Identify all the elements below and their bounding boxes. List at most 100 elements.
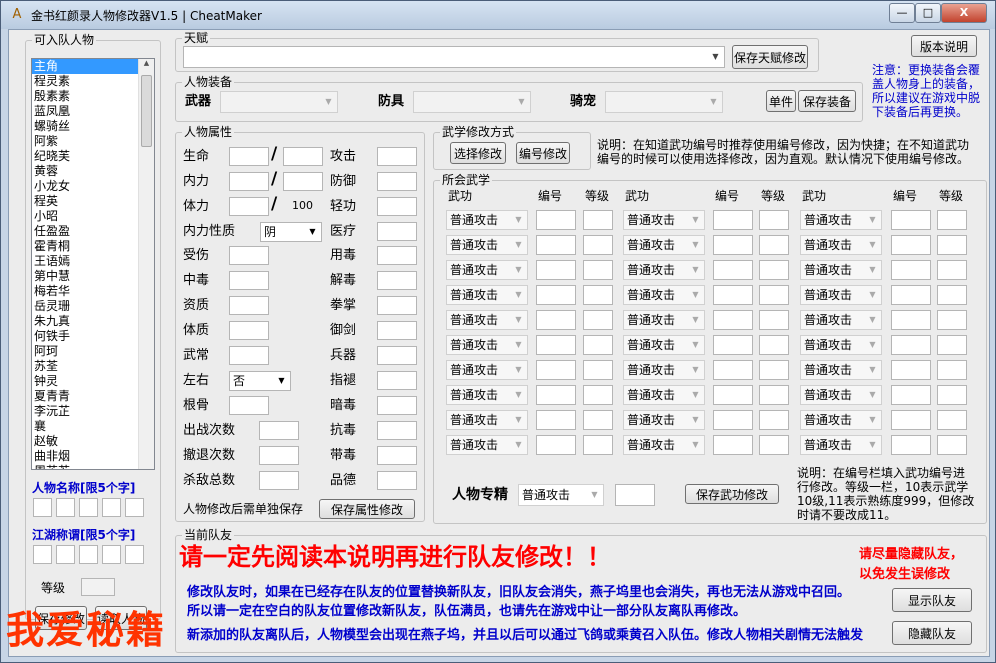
level-input[interactable] bbox=[81, 578, 115, 596]
skill-select[interactable]: 普通攻击 ▼ bbox=[623, 210, 705, 230]
skill-code-input[interactable] bbox=[891, 285, 931, 305]
mount-select[interactable]: ▼ bbox=[605, 91, 723, 113]
skill-level-input[interactable] bbox=[759, 235, 789, 255]
skill-code-input[interactable] bbox=[536, 260, 576, 280]
skill-code-input[interactable] bbox=[536, 310, 576, 330]
attr-max-input[interactable] bbox=[283, 172, 323, 191]
skill-code-input[interactable] bbox=[891, 435, 931, 455]
list-item[interactable]: 第中慧 bbox=[32, 269, 154, 284]
list-item[interactable]: 李沅芷 bbox=[32, 404, 154, 419]
skill-select[interactable]: 普通攻击 ▼ bbox=[800, 360, 882, 380]
attr-input[interactable] bbox=[377, 147, 417, 166]
skill-select[interactable]: 普通攻击 ▼ bbox=[800, 410, 882, 430]
skill-level-input[interactable] bbox=[937, 310, 967, 330]
attr-input[interactable] bbox=[377, 421, 417, 440]
save-equipment-button[interactable]: 保存装备 bbox=[798, 90, 856, 112]
skill-code-input[interactable] bbox=[891, 210, 931, 230]
title-char-box-4[interactable] bbox=[102, 545, 121, 564]
skill-select[interactable]: 普通攻击 ▼ bbox=[623, 435, 705, 455]
skill-level-input[interactable] bbox=[937, 385, 967, 405]
skill-code-input[interactable] bbox=[713, 360, 753, 380]
armor-select[interactable]: ▼ bbox=[413, 91, 531, 113]
save-attributes-button[interactable]: 保存属性修改 bbox=[319, 499, 415, 519]
list-item[interactable]: 程灵素 bbox=[32, 74, 154, 89]
attr-input[interactable] bbox=[229, 296, 269, 315]
skill-level-input[interactable] bbox=[583, 210, 613, 230]
attr-input[interactable] bbox=[229, 271, 269, 290]
skill-select[interactable]: 普通攻击 ▼ bbox=[800, 335, 882, 355]
list-item[interactable]: 霍青桐 bbox=[32, 239, 154, 254]
skill-level-input[interactable] bbox=[759, 385, 789, 405]
attr-input[interactable] bbox=[259, 471, 299, 490]
skill-level-input[interactable] bbox=[937, 260, 967, 280]
attr-input[interactable] bbox=[229, 396, 269, 415]
attr-current-input[interactable] bbox=[229, 197, 269, 216]
skill-select[interactable]: 普通攻击 ▼ bbox=[800, 310, 882, 330]
list-item[interactable]: 岳灵珊 bbox=[32, 299, 154, 314]
skill-select[interactable]: 普通攻击 ▼ bbox=[800, 235, 882, 255]
skill-level-input[interactable] bbox=[759, 335, 789, 355]
skill-select[interactable]: 普通攻击 ▼ bbox=[623, 360, 705, 380]
skill-level-input[interactable] bbox=[759, 260, 789, 280]
skill-level-input[interactable] bbox=[759, 435, 789, 455]
list-item[interactable]: 螺骑丝 bbox=[32, 119, 154, 134]
skill-select[interactable]: 普通攻击 ▼ bbox=[446, 335, 528, 355]
list-item[interactable]: 钟灵 bbox=[32, 374, 154, 389]
scroll-thumb[interactable] bbox=[141, 75, 152, 147]
attr-input[interactable] bbox=[377, 346, 417, 365]
skill-level-input[interactable] bbox=[583, 410, 613, 430]
name-char-box-4[interactable] bbox=[102, 498, 121, 517]
list-item[interactable]: 蓝凤凰 bbox=[32, 104, 154, 119]
skill-select[interactable]: 普通攻击 ▼ bbox=[800, 285, 882, 305]
special-skill-code-input[interactable] bbox=[615, 484, 655, 506]
skill-select[interactable]: 普通攻击 ▼ bbox=[623, 260, 705, 280]
skill-level-input[interactable] bbox=[583, 310, 613, 330]
attr-current-input[interactable] bbox=[229, 147, 269, 166]
weapon-select[interactable]: ▼ bbox=[220, 91, 338, 113]
skill-select[interactable]: 普通攻击 ▼ bbox=[446, 260, 528, 280]
skill-level-input[interactable] bbox=[583, 235, 613, 255]
skill-code-input[interactable] bbox=[536, 285, 576, 305]
list-item[interactable]: 纪晓芙 bbox=[32, 149, 154, 164]
list-item[interactable]: 阿紫 bbox=[32, 134, 154, 149]
attr-input[interactable] bbox=[377, 296, 417, 315]
skill-select[interactable]: 普通攻击 ▼ bbox=[446, 210, 528, 230]
list-item[interactable]: 夏青青 bbox=[32, 389, 154, 404]
attr-input[interactable] bbox=[259, 446, 299, 465]
skill-code-input[interactable] bbox=[536, 410, 576, 430]
skill-level-input[interactable] bbox=[583, 260, 613, 280]
skill-level-input[interactable] bbox=[583, 435, 613, 455]
special-skill-select[interactable]: 普通攻击 ▼ bbox=[518, 484, 604, 506]
skill-level-input[interactable] bbox=[937, 410, 967, 430]
attr-input[interactable] bbox=[377, 321, 417, 340]
skill-select[interactable]: 普通攻击 ▼ bbox=[446, 235, 528, 255]
skill-code-input[interactable] bbox=[536, 360, 576, 380]
list-item[interactable]: 任盈盈 bbox=[32, 224, 154, 239]
skill-code-input[interactable] bbox=[713, 310, 753, 330]
skill-level-input[interactable] bbox=[583, 385, 613, 405]
skill-select[interactable]: 普通攻击 ▼ bbox=[446, 285, 528, 305]
skill-select[interactable]: 普通攻击 ▼ bbox=[446, 360, 528, 380]
talent-select[interactable]: ▼ bbox=[183, 46, 725, 68]
skill-level-input[interactable] bbox=[937, 360, 967, 380]
skill-code-input[interactable] bbox=[536, 385, 576, 405]
save-talent-button[interactable]: 保存天赋修改 bbox=[732, 45, 808, 69]
character-list[interactable]: 主角 程灵素 殷素素 蓝凤凰 螺骑丝 阿紫 纪晓芙 黄蓉 小龙女 程英 小昭 任盈盈 霍青桐 王语嫣 第中慧… bbox=[31, 58, 155, 470]
skill-select[interactable]: 普通攻击 ▼ bbox=[800, 260, 882, 280]
list-item[interactable]: 黄蓉 bbox=[32, 164, 154, 179]
attr-input[interactable] bbox=[377, 197, 417, 216]
skill-code-input[interactable] bbox=[891, 310, 931, 330]
skill-code-input[interactable] bbox=[891, 385, 931, 405]
skill-code-input[interactable] bbox=[891, 260, 931, 280]
skill-select[interactable]: 普通攻击 ▼ bbox=[446, 435, 528, 455]
show-team-button[interactable]: 显示队友 bbox=[892, 588, 972, 612]
name-char-box-2[interactable] bbox=[56, 498, 75, 517]
skill-code-input[interactable] bbox=[536, 235, 576, 255]
attr-input[interactable] bbox=[229, 346, 269, 365]
attr-input[interactable] bbox=[377, 246, 417, 265]
list-item[interactable]: 周芷若 bbox=[32, 464, 154, 469]
skill-select[interactable]: 普通攻击 ▼ bbox=[446, 410, 528, 430]
version-info-button[interactable]: 版本说明 bbox=[911, 35, 977, 57]
skill-level-input[interactable] bbox=[759, 285, 789, 305]
attr-input[interactable] bbox=[229, 246, 269, 265]
